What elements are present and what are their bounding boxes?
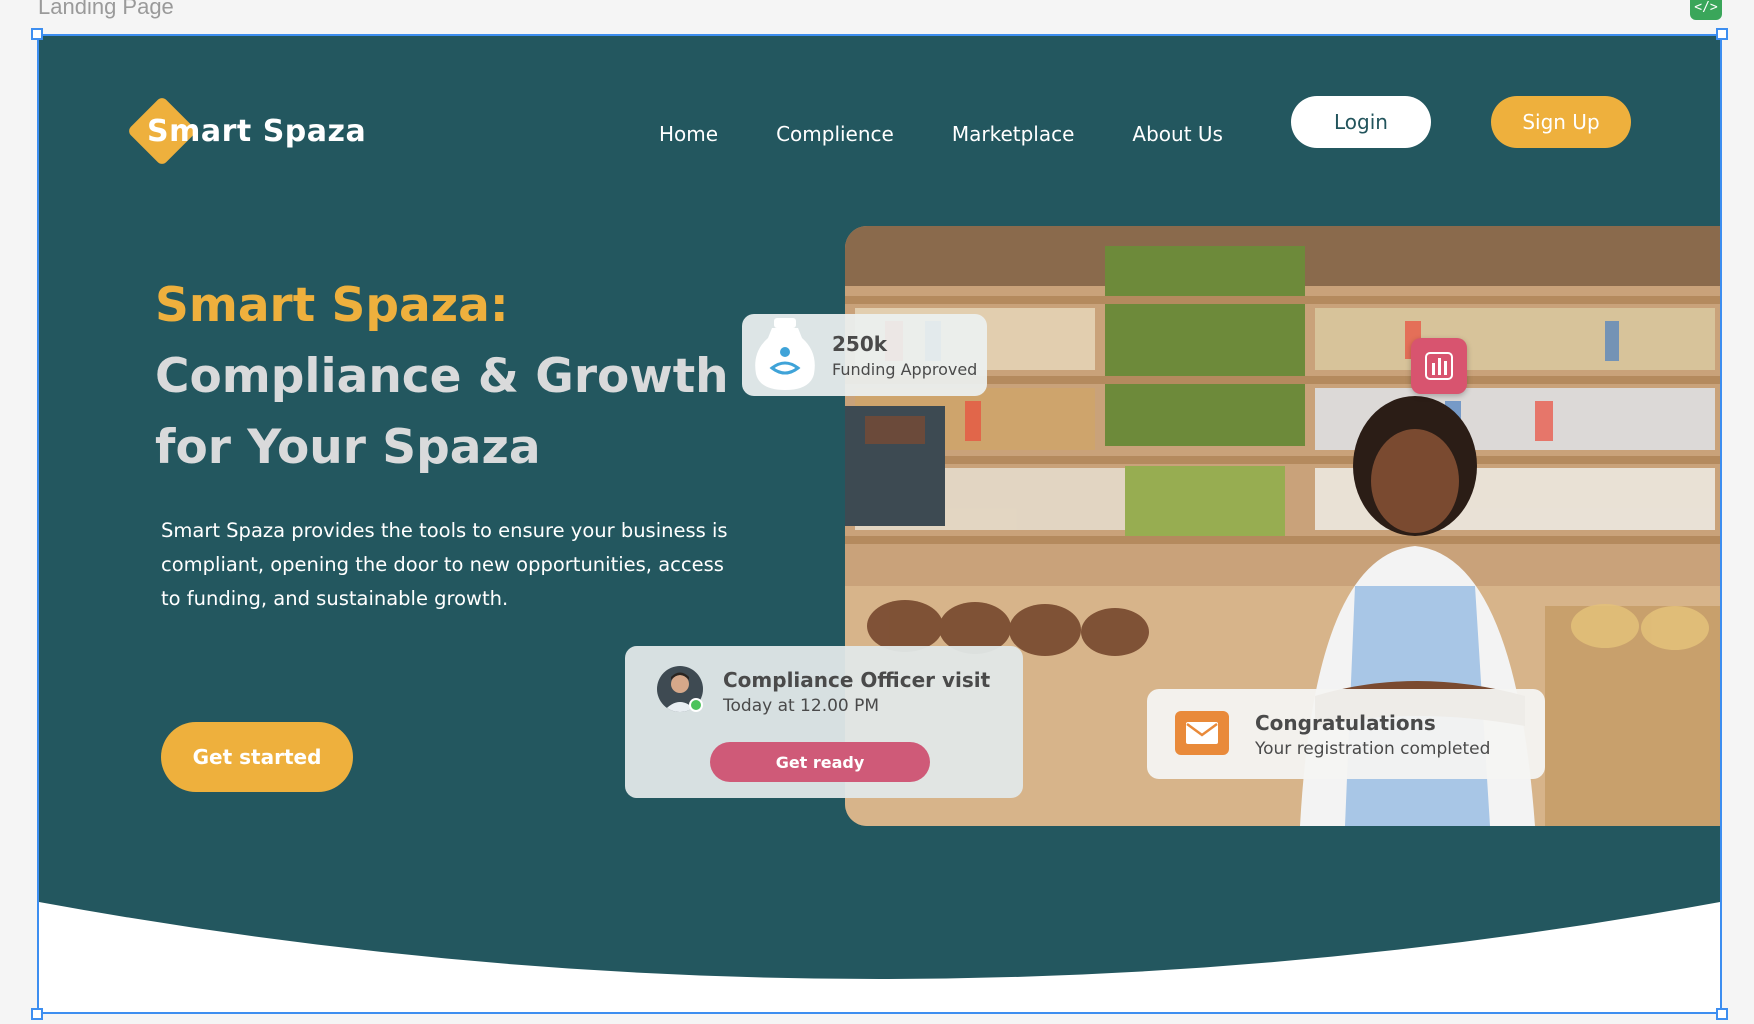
logo[interactable]: Smart Spaza bbox=[126, 95, 387, 168]
login-button[interactable]: Login bbox=[1291, 96, 1431, 148]
money-bag-icon bbox=[755, 318, 815, 390]
hero-description: Smart Spaza provides the tools to ensure… bbox=[161, 519, 728, 610]
chart-badge bbox=[1411, 338, 1467, 394]
nav-link-home[interactable]: Home bbox=[659, 110, 718, 158]
resize-handle-bottom-right[interactable] bbox=[1716, 1008, 1728, 1020]
hero-headline: Smart Spaza: Compliance & Growth for You… bbox=[155, 270, 755, 483]
code-view-icon[interactable]: </> bbox=[1690, 0, 1722, 20]
visit-title: Compliance Officer visit bbox=[723, 668, 991, 692]
nav-link-marketplace[interactable]: Marketplace bbox=[952, 110, 1075, 158]
funding-card: 250k Funding Approved bbox=[742, 314, 987, 396]
nav-link-complience[interactable]: Complience bbox=[776, 110, 894, 158]
compliance-visit-card: Compliance Officer visit Today at 12.00 … bbox=[625, 646, 1023, 798]
congrats-subtitle: Your registration completed bbox=[1255, 739, 1491, 759]
funding-amount: 250k bbox=[832, 332, 888, 356]
get-ready-button[interactable]: Get ready bbox=[710, 742, 930, 782]
landing-page-frame[interactable]: Smart Spaza Home Complience Marketplace … bbox=[37, 34, 1722, 1014]
get-started-button[interactable]: Get started bbox=[161, 722, 353, 792]
hero-title-accent: Smart Spaza: bbox=[155, 278, 509, 333]
logo-text: Smart Spaza bbox=[147, 114, 367, 149]
bar-chart-icon bbox=[1425, 352, 1453, 380]
congratulations-card: Congratulations Your registration comple… bbox=[1147, 689, 1545, 779]
resize-handle-bottom-left[interactable] bbox=[31, 1008, 43, 1020]
main-nav: Home Complience Marketplace About Us bbox=[659, 110, 1281, 158]
nav-link-about-us[interactable]: About Us bbox=[1132, 110, 1223, 158]
frame-label: Landing Page bbox=[38, 0, 174, 19]
resize-handle-top-left[interactable] bbox=[31, 28, 43, 40]
hero-title-line-3: for Your Spaza bbox=[155, 420, 541, 475]
hero-title-line-2: Compliance & Growth bbox=[155, 349, 729, 404]
mail-icon bbox=[1175, 711, 1229, 755]
signup-button[interactable]: Sign Up bbox=[1491, 96, 1631, 148]
congrats-title: Congratulations bbox=[1255, 711, 1436, 735]
visit-time: Today at 12.00 PM bbox=[723, 696, 880, 716]
online-status-dot bbox=[689, 698, 703, 712]
funding-label: Funding Approved bbox=[832, 360, 978, 379]
resize-handle-top-right[interactable] bbox=[1716, 28, 1728, 40]
